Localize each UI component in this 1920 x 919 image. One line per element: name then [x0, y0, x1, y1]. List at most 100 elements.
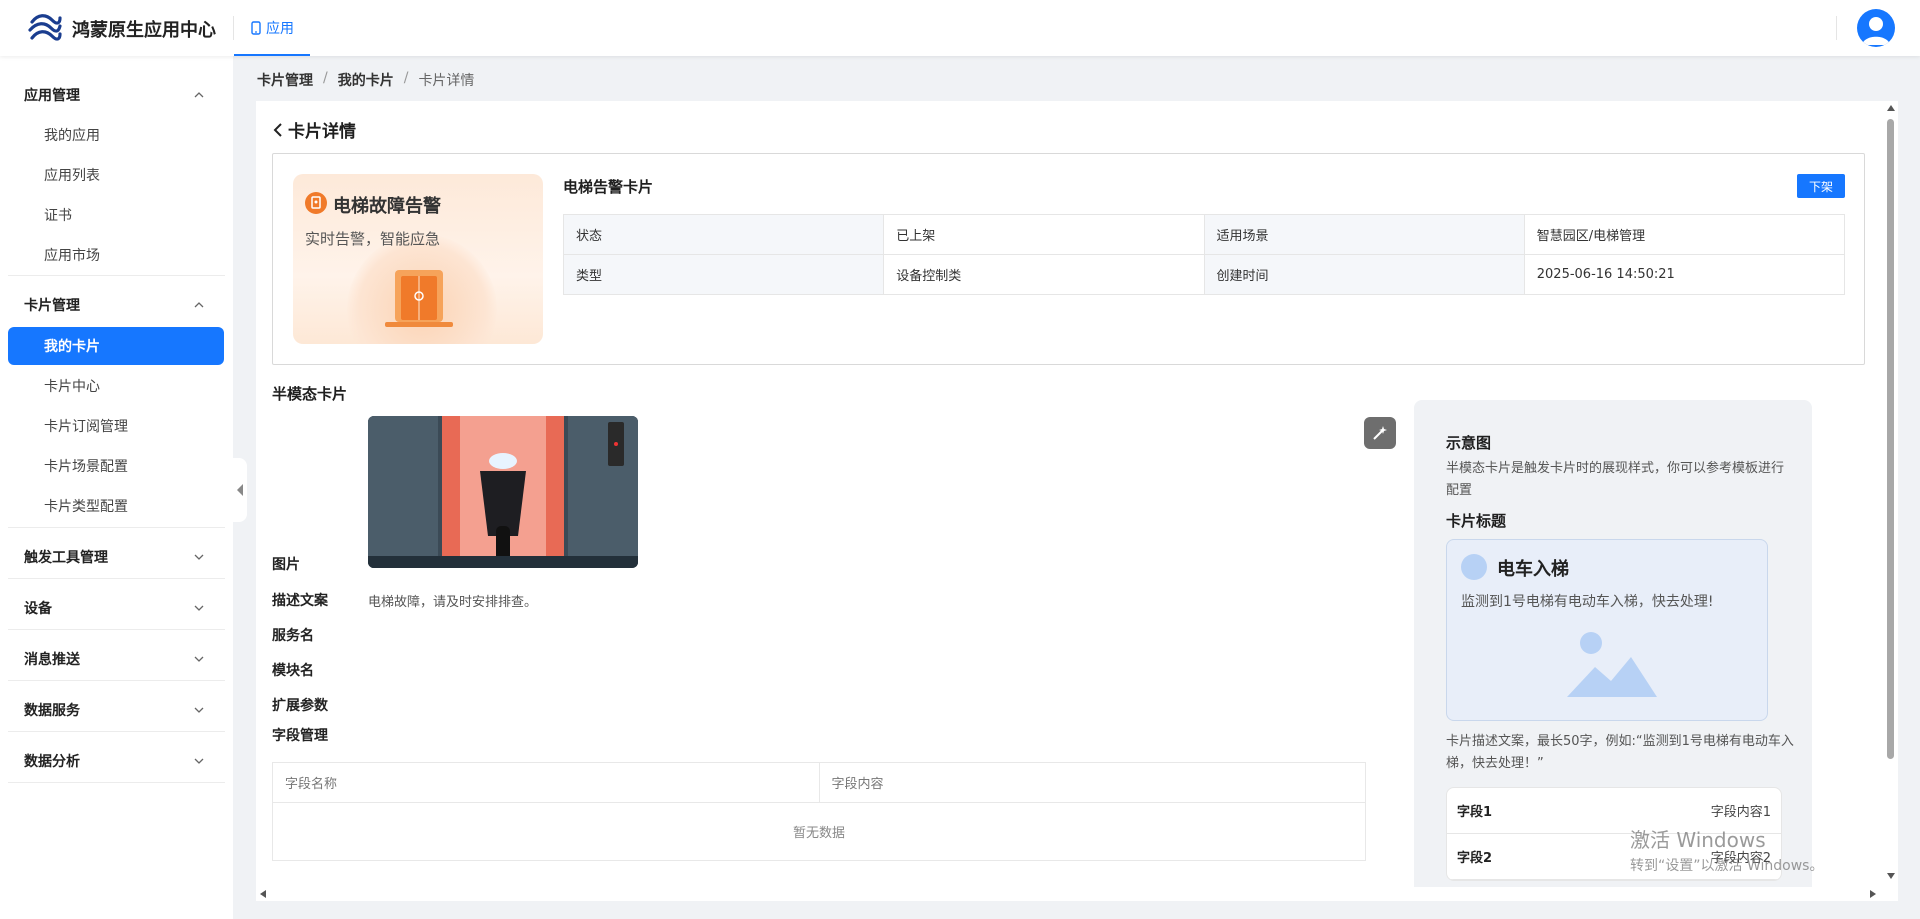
app-title: 鸿蒙原生应用中心: [72, 20, 216, 41]
wave-logo-icon[interactable]: [28, 12, 62, 44]
sidebar-item-card-type-config[interactable]: 卡片类型配置: [8, 487, 224, 525]
module-label: 模块名: [272, 663, 314, 679]
sidebar-divider: [8, 680, 225, 681]
sidebar-item-card-center[interactable]: 卡片中心: [8, 367, 224, 405]
type-value: 设备控制类: [883, 254, 1205, 295]
sidebar-group-app-management[interactable]: 应用管理: [0, 70, 233, 120]
breadcrumb-my-cards[interactable]: 我的卡片: [338, 70, 394, 90]
horizontal-scrollbar[interactable]: [256, 887, 1898, 901]
col-field-name: 字段名称: [272, 762, 820, 803]
tab-apps-label: 应用: [266, 21, 294, 37]
preview-sample-card: 电车入梯 监测到1号电梯有电动车入梯，快去处理!: [1446, 539, 1768, 721]
preview-field-row: 字段2 字段内容2: [1447, 834, 1781, 880]
caret-left-icon: [237, 484, 243, 496]
alarm-icon: [305, 192, 327, 214]
scroll-up-icon[interactable]: [1887, 105, 1895, 111]
scroll-left-icon[interactable]: [260, 890, 266, 898]
header-divider: [1836, 16, 1837, 40]
image-label: 图片: [272, 557, 300, 573]
sidebar-divider: [8, 782, 225, 783]
sample-avatar-icon: [1461, 554, 1487, 580]
card-info-box: 电梯故障告警 实时告警，智能应急 电梯告警卡片 下架 状态 已上架 适用场景 智…: [272, 153, 1865, 365]
breadcrumb: 卡片管理 / 我的卡片 / 卡片详情: [257, 70, 475, 90]
thumbnail-title: 电梯故障告警: [333, 196, 441, 217]
preview-desc: 半模态卡片是触发卡片时的展现样式，你可以参考模板进行配置: [1446, 461, 1785, 498]
field-management-label: 字段管理: [272, 728, 328, 744]
sidebar-group-push[interactable]: 消息推送: [0, 634, 233, 684]
sidebar-item-card-subscriptions[interactable]: 卡片订阅管理: [8, 407, 224, 445]
service-label: 服务名: [272, 628, 314, 644]
sidebar-item-card-scene-config[interactable]: 卡片场景配置: [8, 447, 224, 485]
sidebar-divider: [8, 275, 225, 276]
preview-title: 示意图: [1446, 434, 1492, 452]
sidebar-group-trigger-tools[interactable]: 触发工具管理: [0, 532, 233, 582]
chevron-down-icon: [194, 554, 204, 560]
chevron-up-icon: [194, 92, 204, 98]
preview-fields: 字段1 字段内容1 字段2 字段内容2: [1446, 787, 1782, 881]
sidebar-collapse-handle[interactable]: [233, 458, 247, 522]
sidebar-item-app-market[interactable]: 应用市场: [8, 236, 224, 274]
created-value: 2025-06-16 14:50:21: [1523, 254, 1846, 295]
phone-icon: [251, 21, 261, 35]
back-chevron-icon[interactable]: [272, 122, 284, 138]
breadcrumb-card-management[interactable]: 卡片管理: [257, 70, 313, 90]
magic-wand-button[interactable]: [1364, 417, 1396, 449]
preview-panel: 示意图 半模态卡片是触发卡片时的展现样式，你可以参考模板进行配置 卡片标题 电车…: [1414, 400, 1812, 887]
scrollbar-thumb[interactable]: [1887, 119, 1894, 759]
scene-value: 智慧园区/电梯管理: [1523, 214, 1846, 255]
sidebar-group-label: 卡片管理: [24, 298, 80, 314]
sidebar-divider: [8, 578, 225, 579]
chevron-down-icon: [194, 605, 204, 611]
preview-note: 卡片描述文案，最长50字，例如:“监测到1号电梯有电动车入梯，快去处理！”: [1446, 734, 1794, 771]
offshelf-button[interactable]: 下架: [1797, 174, 1845, 198]
created-label: 创建时间: [1203, 254, 1525, 295]
empty-state: 暂无数据: [792, 826, 845, 841]
col-field-content: 字段内容: [819, 762, 1366, 803]
scroll-right-icon[interactable]: [1870, 890, 1876, 898]
image-placeholder-icon: [1567, 632, 1657, 697]
sidebar-group-devices[interactable]: 设备: [0, 583, 233, 633]
chevron-down-icon: [194, 758, 204, 764]
user-avatar-icon[interactable]: [1857, 9, 1895, 47]
sidebar-group-data-analysis[interactable]: 数据分析: [0, 736, 233, 786]
preview-card-title-label: 卡片标题: [1446, 512, 1507, 530]
sidebar: 应用管理 我的应用 应用列表 证书 应用市场 卡片管理 我的卡片 卡片中心 卡片…: [0, 56, 233, 919]
content-panel: 卡片详情 电梯故障告警 实时告警，智能应急 电梯告警卡片 下架 状态 已上架 适…: [256, 101, 1884, 887]
status-label: 状态: [562, 214, 885, 255]
thumbnail-subtitle: 实时告警，智能应急: [305, 230, 441, 248]
chevron-up-icon: [194, 302, 204, 308]
chevron-down-icon: [194, 656, 204, 662]
sample-title: 电车入梯: [1497, 559, 1569, 580]
card-info-table: 状态 已上架 适用场景 智慧园区/电梯管理 类型 设备控制类 创建时间 2025…: [562, 214, 1846, 295]
type-label: 类型: [562, 254, 885, 295]
page-title: 卡片详情: [272, 117, 356, 142]
sidebar-item-my-cards[interactable]: 我的卡片: [8, 327, 224, 365]
breadcrumb-current: 卡片详情: [418, 73, 475, 89]
sidebar-divider: [8, 527, 225, 528]
scene-label: 适用场景: [1203, 214, 1525, 255]
status-value: 已上架: [883, 214, 1205, 255]
magic-wand-icon: [1373, 426, 1387, 440]
elevator-door-icon: [385, 270, 453, 327]
sidebar-item-app-list[interactable]: 应用列表: [8, 156, 224, 194]
sidebar-divider: [8, 731, 225, 732]
vertical-scrollbar[interactable]: [1884, 101, 1898, 887]
half-modal-section-title: 半模态卡片: [272, 385, 348, 403]
tab-apps[interactable]: 应用: [234, 0, 310, 56]
desc-label: 描述文案: [272, 593, 328, 609]
sidebar-group-card-management[interactable]: 卡片管理: [0, 280, 233, 330]
ext-params-label: 扩展参数: [272, 698, 328, 714]
top-header: 鸿蒙原生应用中心 应用: [0, 0, 1920, 56]
sidebar-group-data-services[interactable]: 数据服务: [0, 685, 233, 735]
card-image: [368, 416, 638, 568]
sidebar-group-label: 应用管理: [24, 88, 80, 104]
scroll-down-icon[interactable]: [1887, 873, 1895, 879]
chevron-down-icon: [194, 707, 204, 713]
sidebar-item-my-apps[interactable]: 我的应用: [8, 116, 224, 154]
desc-value: 电梯故障，请及时安排排查。: [368, 595, 538, 610]
sample-text: 监测到1号电梯有电动车入梯，快去处理!: [1461, 594, 1714, 610]
field-table: 字段名称 字段内容 暂无数据: [272, 762, 1366, 861]
card-thumbnail: 电梯故障告警 实时告警，智能应急: [293, 174, 543, 344]
preview-field-row: 字段1 字段内容1: [1447, 788, 1781, 834]
sidebar-item-certificates[interactable]: 证书: [8, 196, 224, 234]
